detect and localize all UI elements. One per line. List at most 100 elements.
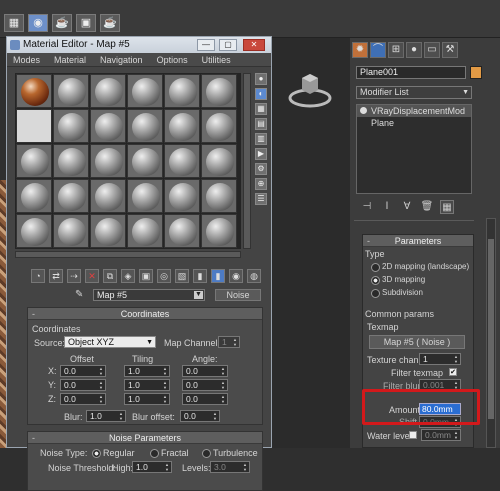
- menu-modes[interactable]: Modes: [13, 53, 40, 66]
- close-button[interactable]: ✕: [243, 39, 265, 51]
- sample-slot[interactable]: [127, 179, 163, 213]
- put-to-library-icon[interactable]: ▣: [139, 269, 153, 283]
- levels-spinner[interactable]: 3.0: [210, 461, 250, 473]
- eyedropper-icon[interactable]: ✎: [75, 289, 83, 300]
- put-to-scene-icon[interactable]: ⇄: [49, 269, 63, 283]
- sample-slot[interactable]: [90, 214, 126, 248]
- sample-slot[interactable]: [164, 109, 200, 143]
- sample-slot[interactable]: [201, 214, 237, 248]
- sample-slot[interactable]: [127, 74, 163, 108]
- sample-slot[interactable]: [16, 74, 52, 108]
- sample-slot[interactable]: [164, 74, 200, 108]
- sample-slot[interactable]: [90, 74, 126, 108]
- tiling-y-spinner[interactable]: 1.0: [124, 379, 170, 391]
- map-channel-spinner[interactable]: 1: [218, 336, 240, 348]
- menu-navigation[interactable]: Navigation: [100, 53, 143, 66]
- render-icon[interactable]: ☕: [100, 14, 120, 32]
- go-sibling-icon[interactable]: ◍: [247, 269, 261, 283]
- video-color-check-icon[interactable]: ▥: [255, 133, 267, 145]
- offset-z-spinner[interactable]: 0.0: [60, 393, 106, 405]
- menu-utilities[interactable]: Utilities: [202, 53, 231, 66]
- sample-slot[interactable]: [16, 179, 52, 213]
- options-icon[interactable]: ⚙: [255, 163, 267, 175]
- tiling-z-spinner[interactable]: 1.0: [124, 393, 170, 405]
- slots-horizontal-scrollbar[interactable]: [15, 251, 241, 258]
- chevron-down-icon[interactable]: ▼: [194, 291, 203, 299]
- make-unique-icon[interactable]: ◈: [121, 269, 135, 283]
- object-name-field[interactable]: Plane001: [356, 66, 466, 79]
- sample-uv-tiling-icon[interactable]: ▤: [255, 118, 267, 130]
- create-tab-icon[interactable]: ✹: [352, 42, 368, 58]
- material-editor-titlebar[interactable]: Material Editor - Map #5 — ▢ ✕: [7, 37, 271, 53]
- sample-slot[interactable]: [90, 144, 126, 178]
- parameters-header[interactable]: - Parameters: [363, 235, 473, 247]
- render-setup-icon[interactable]: ☕: [52, 14, 72, 32]
- sample-slot[interactable]: [127, 109, 163, 143]
- sample-slot[interactable]: [53, 144, 89, 178]
- material-editor-icon[interactable]: ◉: [28, 14, 48, 32]
- noise-type-fractal-radio[interactable]: Fractal: [150, 448, 189, 458]
- get-material-icon[interactable]: ◔: [31, 269, 45, 283]
- type-subdivision-radio[interactable]: Subdivision: [371, 288, 423, 298]
- menu-options[interactable]: Options: [157, 53, 188, 66]
- make-unique-icon[interactable]: ∀: [400, 200, 414, 214]
- noise-type-regular-radio[interactable]: Regular: [92, 448, 135, 458]
- modify-tab-icon[interactable]: ⌒: [370, 42, 386, 58]
- show-end-result-icon[interactable]: Ⅰ: [380, 200, 394, 214]
- sample-slot[interactable]: [53, 179, 89, 213]
- sample-slot[interactable]: [53, 74, 89, 108]
- sample-slot-active[interactable]: [16, 109, 52, 143]
- type-3d-radio[interactable]: 3D mapping: [371, 275, 425, 285]
- modifier-list-dropdown[interactable]: Modifier List ▼: [356, 86, 472, 99]
- water-level-spinner[interactable]: 0.0mm: [421, 429, 461, 441]
- reset-map-icon[interactable]: ✕: [85, 269, 99, 283]
- source-dropdown[interactable]: Object XYZ ▼: [64, 336, 156, 348]
- sample-type-icon[interactable]: ●: [255, 73, 267, 85]
- pin-stack-icon[interactable]: ⊣: [360, 200, 374, 214]
- go-forward-icon[interactable]: ◉: [229, 269, 243, 283]
- type-2d-radio[interactable]: 2D mapping (landscape): [371, 262, 469, 272]
- sample-slot[interactable]: [201, 74, 237, 108]
- show-end-result-icon[interactable]: ▮: [193, 269, 207, 283]
- texture-chan-spinner[interactable]: 1: [419, 353, 461, 365]
- backlight-icon[interactable]: ◐: [255, 88, 267, 100]
- maximize-button[interactable]: ▢: [219, 39, 237, 51]
- object-color-swatch[interactable]: [470, 66, 482, 79]
- sample-slot[interactable]: [90, 179, 126, 213]
- slots-vertical-scrollbar[interactable]: [243, 73, 251, 249]
- blur-offset-spinner[interactable]: 0.0: [180, 410, 220, 422]
- material-navigator-icon[interactable]: ☰: [255, 193, 267, 205]
- sample-slot[interactable]: [164, 144, 200, 178]
- utilities-tab-icon[interactable]: ⚒: [442, 42, 458, 58]
- go-to-parent-icon[interactable]: ▮: [211, 269, 225, 283]
- bulb-icon[interactable]: [360, 107, 367, 114]
- menu-material[interactable]: Material: [54, 53, 86, 66]
- water-level-checkbox[interactable]: [409, 431, 417, 439]
- map-type-button[interactable]: Noise: [215, 289, 261, 301]
- display-tab-icon[interactable]: ▭: [424, 42, 440, 58]
- rendered-frame-icon[interactable]: ▣: [76, 14, 96, 32]
- sample-slot[interactable]: [201, 109, 237, 143]
- sample-slot[interactable]: [164, 214, 200, 248]
- sample-slot[interactable]: [201, 144, 237, 178]
- offset-x-spinner[interactable]: 0.0: [60, 365, 106, 377]
- noise-rollout-header[interactable]: - Noise Parameters: [28, 432, 262, 444]
- assign-to-selection-icon[interactable]: ⇢: [67, 269, 81, 283]
- configure-sets-icon[interactable]: ▦: [440, 200, 454, 214]
- sample-slot[interactable]: [127, 144, 163, 178]
- angle-y-spinner[interactable]: 0.0: [182, 379, 228, 391]
- sample-slot[interactable]: [53, 109, 89, 143]
- material-editor-window[interactable]: Material Editor - Map #5 — ▢ ✕ Modes Mat…: [6, 36, 272, 491]
- sample-slot[interactable]: [201, 179, 237, 213]
- texmap-button[interactable]: Map #5 ( Noise ): [369, 335, 465, 349]
- command-panel-scrollbar[interactable]: [486, 218, 496, 448]
- sample-slot[interactable]: [53, 214, 89, 248]
- map-name-field[interactable]: Map #5 ▼: [93, 289, 205, 301]
- high-spinner[interactable]: 1.0: [132, 461, 172, 473]
- remove-modifier-icon[interactable]: 🗑: [420, 200, 434, 214]
- background-icon[interactable]: ▦: [255, 103, 267, 115]
- sample-slot[interactable]: [127, 214, 163, 248]
- sample-slot[interactable]: [16, 144, 52, 178]
- make-preview-icon[interactable]: ▶: [255, 148, 267, 160]
- sample-slot[interactable]: [90, 109, 126, 143]
